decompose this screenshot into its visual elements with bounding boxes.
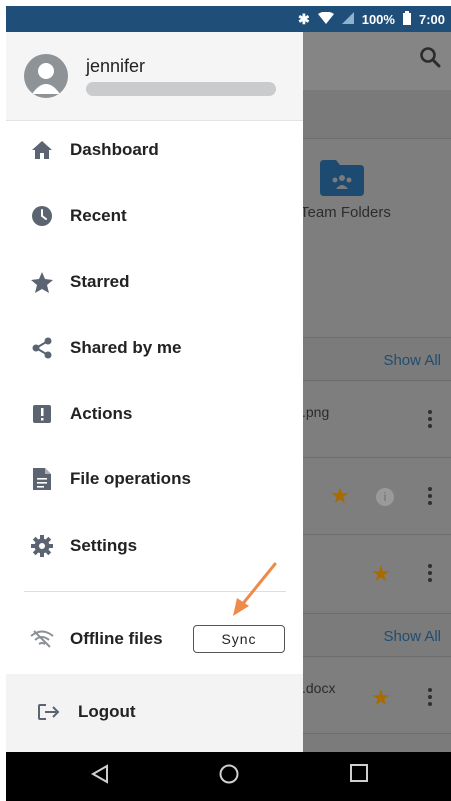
gear-icon (28, 535, 56, 557)
file-icon (28, 468, 56, 490)
star-icon[interactable]: ★ (371, 563, 391, 585)
menu-item-label: Dashboard (70, 140, 159, 159)
clock-icon (28, 206, 56, 226)
file-name: .docx (302, 680, 336, 696)
clock-time: 7:00 (418, 11, 445, 27)
username: jennifer (86, 56, 146, 76)
show-all-link[interactable]: Show All (383, 352, 441, 369)
sync-button[interactable]: Sync (193, 625, 285, 653)
menu-item-actions[interactable]: Actions (6, 389, 303, 439)
menu-item-label: Shared by me (70, 338, 182, 357)
alert-icon (28, 404, 56, 424)
offline-wifi-icon (28, 630, 56, 648)
menu-item-dashboard[interactable]: Dashboard (6, 125, 303, 175)
menu-item-label: Starred (70, 272, 130, 291)
logout-label: Logout (78, 702, 136, 721)
profile-header: jennifer (6, 32, 303, 121)
menu-item-label: Recent (70, 206, 127, 225)
home-icon (28, 140, 56, 160)
menu-item-label: Actions (70, 404, 133, 423)
recents-icon[interactable] (350, 764, 368, 787)
system-navigation-bar (6, 752, 451, 801)
email-redacted (86, 82, 276, 96)
wifi-icon (317, 11, 334, 27)
signal-icon (341, 11, 354, 27)
menu-item-label: Offline files (70, 629, 163, 648)
info-icon[interactable]: i (376, 488, 394, 506)
menu-item-label: Settings (70, 536, 138, 555)
search-icon[interactable] (419, 46, 441, 73)
file-name: .png (302, 404, 330, 420)
battery-percentage: 100% (361, 11, 395, 27)
bluetooth-icon: ✱ (297, 10, 310, 27)
navigation-drawer: jennifer Dashboard Recent Starred Shared… (6, 32, 303, 752)
menu-item-starred[interactable]: Starred (6, 257, 303, 307)
menu-item-shared-by-me[interactable]: Shared by me (6, 323, 303, 373)
battery-icon (402, 10, 411, 28)
logout-icon (38, 704, 60, 725)
more-options-icon[interactable] (428, 688, 432, 709)
annotation-arrow (233, 562, 277, 616)
show-all-link[interactable]: Show All (383, 628, 441, 645)
star-icon (28, 271, 56, 293)
menu-item-file-operations[interactable]: File operations (6, 454, 303, 504)
more-options-icon[interactable] (428, 487, 432, 508)
star-icon[interactable]: ★ (330, 485, 350, 507)
menu-item-recent[interactable]: Recent (6, 191, 303, 241)
more-options-icon[interactable] (428, 410, 432, 431)
more-options-icon[interactable] (428, 564, 432, 585)
team-folders-label[interactable]: Team Folders (300, 204, 391, 221)
share-icon (28, 337, 56, 359)
logout-item[interactable]: Logout (6, 674, 303, 752)
avatar-icon (24, 54, 68, 98)
star-icon[interactable]: ★ (371, 687, 391, 709)
back-icon[interactable] (90, 764, 109, 789)
team-folder-icon[interactable] (320, 160, 364, 201)
menu-item-label: File operations (70, 469, 191, 488)
home-button-icon[interactable] (219, 764, 239, 789)
status-bar: ✱ 100% 7:00 (6, 6, 451, 32)
